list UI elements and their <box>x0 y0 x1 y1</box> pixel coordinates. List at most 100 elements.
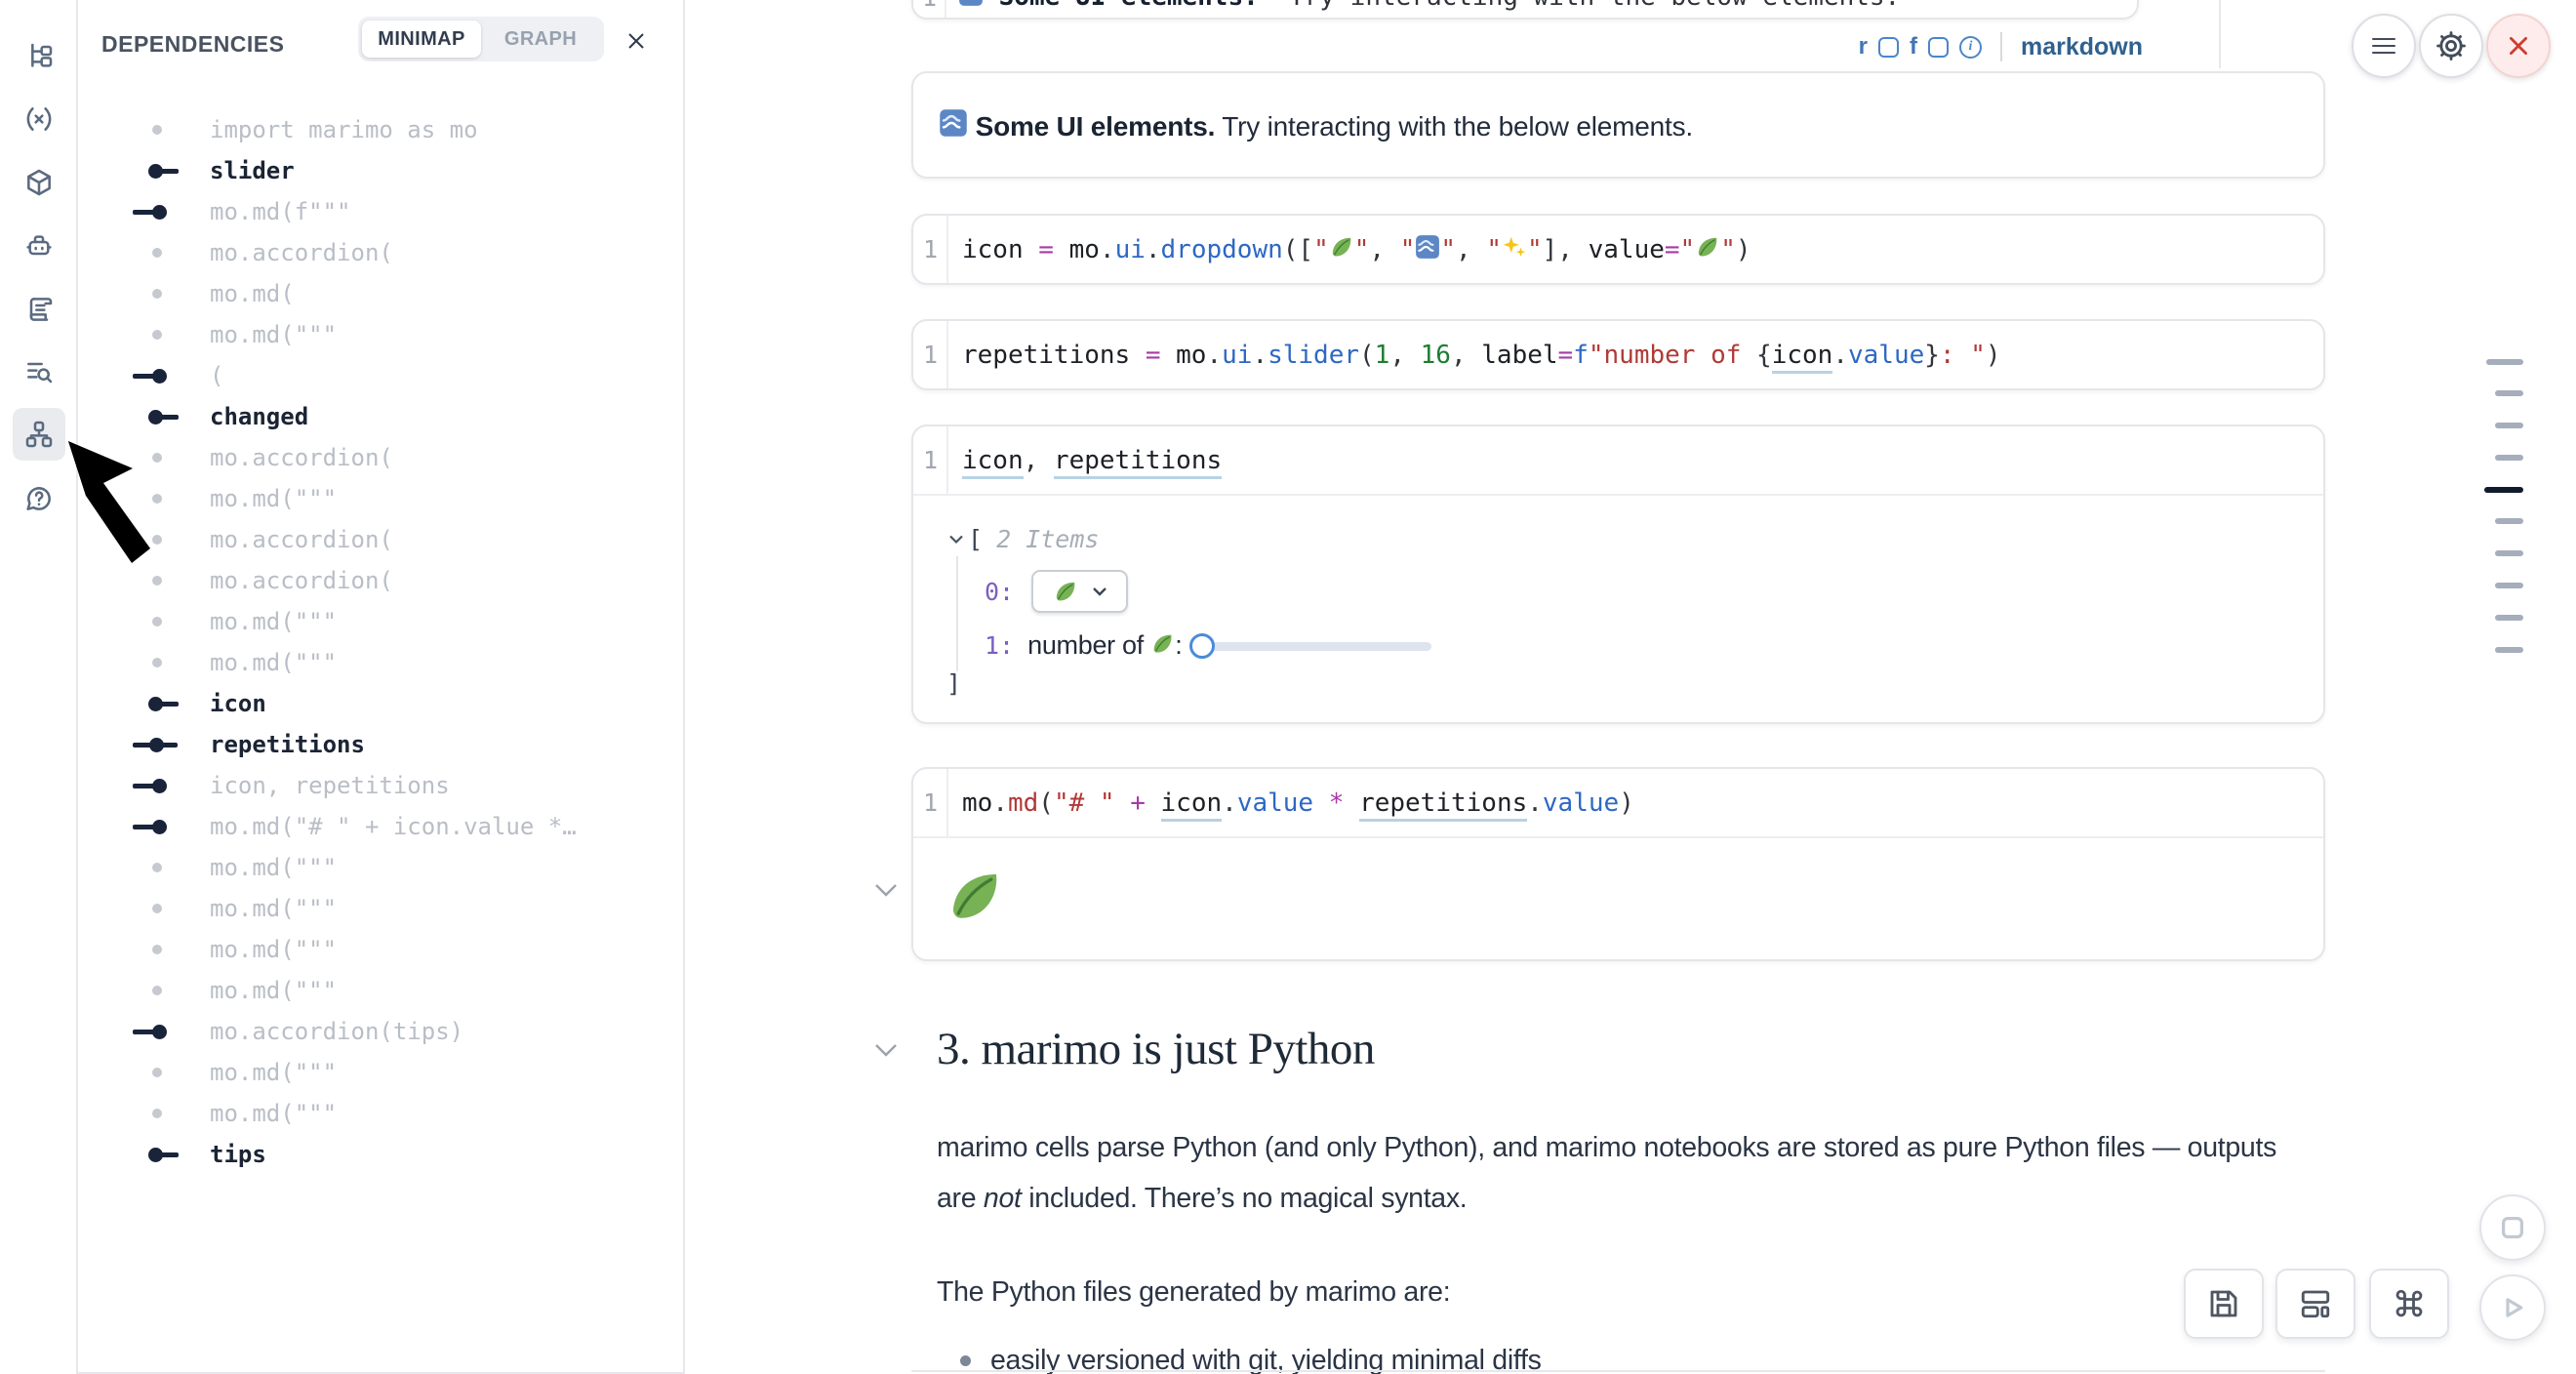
leaf-emoji-icon <box>1150 631 1175 656</box>
list-search-icon <box>23 356 55 387</box>
minimap-item[interactable]: tips <box>78 1134 683 1175</box>
code-line[interactable]: mo.md("# " + icon.value * repetitions.va… <box>948 788 1634 818</box>
chevron-down-icon <box>873 882 899 898</box>
minimap-item[interactable]: icon <box>78 683 683 724</box>
sparkles-emoji-icon <box>1502 234 1527 260</box>
minimap-item[interactable]: mo.md(""" <box>78 1052 683 1093</box>
cell-indicator[interactable] <box>2495 583 2523 588</box>
minimap-item-label: mo.md(""" <box>210 485 337 512</box>
minimap-item[interactable]: mo.md(""" <box>78 847 683 888</box>
cell-indicator[interactable] <box>2495 615 2523 621</box>
format-checkbox[interactable] <box>1928 37 1949 58</box>
minimap-item-label: mo.md(""" <box>210 1059 337 1086</box>
code-token: , <box>1456 235 1486 264</box>
code-token: ) <box>1619 788 1634 818</box>
minimap-item-label: slider <box>210 157 295 184</box>
minimap-item[interactable]: mo.md(""" <box>78 314 683 355</box>
minimap-item[interactable]: mo.md(""" <box>78 642 683 683</box>
tab-minimap[interactable]: MINIMAP <box>362 20 481 58</box>
tab-graph[interactable]: GRAPH <box>481 20 600 58</box>
minimap-item[interactable]: ( <box>78 355 683 396</box>
collapse-chevron-icon[interactable] <box>948 534 964 545</box>
code-cell-md-heading[interactable]: 1 mo.md("# " + icon.value * repetitions.… <box>911 767 2325 961</box>
minimap-item[interactable]: mo.accordion(tips) <box>78 1011 683 1052</box>
notebook-menu-button[interactable] <box>2352 14 2416 78</box>
settings-button[interactable] <box>2419 14 2483 78</box>
info-icon[interactable]: i <box>1959 36 1982 59</box>
close-icon <box>624 29 648 53</box>
minimap-item[interactable]: mo.accordion( <box>78 232 683 273</box>
panel-close-button[interactable] <box>617 21 656 61</box>
code-line[interactable]: repetitions = mo.ui.slider(1, 16, label=… <box>948 341 2001 370</box>
dependency-marker-dot <box>133 1093 191 1134</box>
cell-indicator[interactable] <box>2495 390 2523 396</box>
code-token <box>1024 235 1039 264</box>
code-cell-slider[interactable]: 1 repetitions = mo.ui.slider(1, 16, labe… <box>911 319 2325 390</box>
icon-dropdown[interactable] <box>1031 570 1128 613</box>
repetitions-slider[interactable] <box>1189 632 1433 660</box>
code-token: " <box>1527 235 1543 264</box>
code-token: . <box>1252 341 1268 370</box>
layout-button[interactable] <box>2275 1269 2355 1339</box>
minimap-item[interactable]: import marimo as mo <box>78 109 683 150</box>
slider-knob[interactable] <box>1189 633 1215 659</box>
cell-indicator[interactable] <box>2495 423 2523 428</box>
minimap-item[interactable]: mo.md(""" <box>78 929 683 970</box>
minimap-item[interactable]: mo.md(""" <box>78 970 683 1011</box>
minimap-item[interactable]: repetitions <box>78 724 683 765</box>
shutdown-button[interactable] <box>2486 14 2551 78</box>
cell-indicator[interactable] <box>2495 550 2523 556</box>
tree-guide-line <box>956 556 958 671</box>
markdown-editor-cell[interactable]: 1 Some UI elements. Try interacting with… <box>911 0 2139 20</box>
cell-collapse-chevron[interactable] <box>873 882 899 903</box>
run-button[interactable] <box>2479 1274 2546 1341</box>
sidebar-item-packages[interactable] <box>13 156 65 209</box>
code-line[interactable]: Some UI elements. Try interacting with t… <box>958 0 1900 12</box>
code-token <box>1130 341 1146 370</box>
robot-icon <box>23 230 55 262</box>
sidebar-item-snippets[interactable] <box>13 283 65 336</box>
cell-indicator[interactable] <box>2495 518 2523 524</box>
save-button[interactable] <box>2184 1269 2264 1339</box>
language-toggle[interactable]: markdown <box>2021 33 2143 61</box>
minimap-item-label: mo.md(""" <box>210 321 337 348</box>
section-collapse-chevron[interactable] <box>873 1042 899 1063</box>
cell-indicator[interactable] <box>2486 359 2523 365</box>
cell-indicator[interactable] <box>2495 647 2523 653</box>
stop-button[interactable] <box>2479 1194 2546 1261</box>
minimap-item[interactable]: mo.md(f""" <box>78 191 683 232</box>
cell-indicator[interactable] <box>2495 455 2523 461</box>
code-line[interactable]: icon, repetitions <box>948 446 1222 475</box>
code-line[interactable]: icon = mo.ui.dropdown(["", "", ""], valu… <box>948 234 1751 264</box>
reactive-checkbox[interactable] <box>1878 37 1899 58</box>
code-token: repetitions <box>962 341 1130 370</box>
slider-track[interactable] <box>1196 642 1431 651</box>
minimap-item[interactable]: mo.md(""" <box>78 601 683 642</box>
command-palette-button[interactable] <box>2369 1269 2449 1339</box>
sidebar-item-logs[interactable] <box>13 345 65 398</box>
minimap-item[interactable]: slider <box>78 150 683 191</box>
minimap-item[interactable]: mo.md(""" <box>78 888 683 929</box>
minimap-item[interactable]: mo.md( <box>78 273 683 314</box>
code-token: ui <box>1115 235 1146 264</box>
sidebar-item-variables[interactable] <box>13 93 65 145</box>
minimap-item[interactable]: mo.md("# " + icon.value *… <box>78 806 683 847</box>
code-cell-tuple[interactable]: 1 icon, repetitions [ 2 Items 0: 1: numb… <box>911 424 2325 724</box>
sidebar-item-file-tree[interactable] <box>13 30 65 83</box>
code-cell-dropdown[interactable]: 1 icon = mo.ui.dropdown(["", "", ""], va… <box>911 214 2325 285</box>
code-token: " <box>1486 235 1502 264</box>
dependency-marker-dot <box>133 1052 191 1093</box>
code-token: . <box>992 788 1008 818</box>
dependency-marker-dot <box>133 273 191 314</box>
minimap-item-label: mo.accordion( <box>210 567 393 594</box>
minimap-item-label: mo.accordion(tips) <box>210 1018 463 1045</box>
sidebar-item-ai-assistant[interactable] <box>13 220 65 272</box>
minimap-item-label: icon, repetitions <box>210 772 450 799</box>
dependency-marker-out <box>133 683 191 724</box>
markdown-output-cell[interactable]: Some UI elements. Try interacting with t… <box>911 71 2325 179</box>
minimap-item[interactable]: mo.md(""" <box>78 1093 683 1134</box>
dependency-marker-dot <box>133 970 191 1011</box>
cell-indicator[interactable] <box>2484 487 2523 493</box>
minimap-item[interactable]: icon, repetitions <box>78 765 683 806</box>
next-cell-top-edge <box>911 1370 2325 1374</box>
